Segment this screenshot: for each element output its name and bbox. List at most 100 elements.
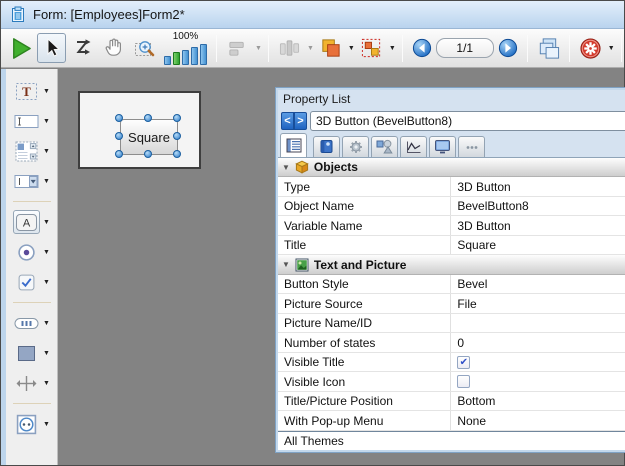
tab-settings[interactable] bbox=[342, 136, 369, 157]
palette-separator bbox=[13, 403, 51, 404]
section-label: Objects bbox=[314, 160, 358, 174]
section-header[interactable]: ▼Text and Picture bbox=[278, 255, 625, 275]
tab-display[interactable] bbox=[429, 136, 456, 157]
chevron-down-icon[interactable]: ▼ bbox=[307, 45, 314, 52]
form-page-area[interactable]: Square bbox=[78, 91, 201, 169]
splitter-tool[interactable] bbox=[13, 371, 40, 395]
collapse-triangle-icon[interactable]: ▼ bbox=[282, 163, 290, 172]
chevron-down-icon[interactable]: ▼ bbox=[608, 45, 615, 52]
tab-property-list[interactable] bbox=[280, 133, 307, 157]
window-title: Form: [Employees]Form2* bbox=[33, 7, 185, 22]
chevron-down-icon[interactable]: ▼ bbox=[43, 148, 50, 155]
rectangle-tool[interactable] bbox=[13, 341, 40, 365]
chevron-down-icon[interactable]: ▼ bbox=[43, 320, 50, 327]
chevron-down-icon[interactable]: ▼ bbox=[43, 219, 50, 226]
chevron-down-icon[interactable]: ▼ bbox=[43, 118, 50, 125]
previous-object-button[interactable]: < bbox=[281, 112, 294, 130]
chevron-down-icon[interactable]: ▼ bbox=[43, 380, 50, 387]
property-row: Number of states0 bbox=[278, 333, 625, 353]
tab-events[interactable] bbox=[400, 136, 427, 157]
form-settings-button[interactable] bbox=[576, 33, 605, 63]
property-list-titlebar[interactable]: Property List ✕ bbox=[278, 90, 625, 108]
text-tool[interactable]: T bbox=[13, 79, 40, 103]
tab-objects[interactable] bbox=[371, 136, 398, 157]
radio-button-tool[interactable] bbox=[13, 240, 40, 264]
property-row: Button StyleBevel bbox=[278, 275, 625, 295]
property-value[interactable]: None bbox=[457, 414, 486, 428]
combobox-tool[interactable] bbox=[13, 169, 40, 193]
chevron-down-icon[interactable]: ▼ bbox=[43, 88, 50, 95]
resize-handle[interactable] bbox=[144, 114, 152, 122]
group-objects-button[interactable] bbox=[357, 33, 386, 63]
palette-row: ▼ bbox=[13, 139, 50, 163]
plugin-area-tool[interactable] bbox=[13, 412, 40, 436]
tab-book[interactable] bbox=[313, 136, 340, 157]
property-value[interactable]: BevelButton8 bbox=[457, 199, 528, 213]
theme-filter-bar[interactable]: All Themes bbox=[278, 431, 625, 450]
section-header[interactable]: ▼ Objects bbox=[278, 158, 625, 178]
property-label: Object Name bbox=[278, 197, 450, 216]
tab-control-tool[interactable] bbox=[13, 311, 40, 335]
resize-handle[interactable] bbox=[115, 132, 123, 140]
tab-more[interactable] bbox=[458, 136, 485, 157]
toolbar-separator bbox=[527, 35, 528, 62]
chevron-down-icon[interactable]: ▼ bbox=[43, 279, 50, 286]
chevron-down-icon[interactable]: ▼ bbox=[43, 178, 50, 185]
property-value[interactable]: 3D Button bbox=[457, 219, 510, 233]
selection-tool-button[interactable] bbox=[37, 33, 66, 63]
align-objects-button[interactable] bbox=[223, 33, 252, 63]
property-value[interactable]: File bbox=[457, 297, 476, 311]
checked-checkbox[interactable]: ✔ bbox=[457, 356, 470, 369]
display-pages-button[interactable] bbox=[534, 33, 563, 63]
collapse-triangle-icon[interactable]: ▼ bbox=[282, 260, 290, 269]
pan-tool-button[interactable] bbox=[99, 33, 128, 63]
resize-handle[interactable] bbox=[173, 132, 181, 140]
entry-order-button[interactable] bbox=[68, 33, 97, 63]
chevron-down-icon[interactable]: ▼ bbox=[389, 45, 396, 52]
window-titlebar[interactable]: Form: [Employees]Form2* bbox=[1, 1, 624, 29]
next-page-button[interactable] bbox=[498, 38, 518, 58]
object-selector-dropdown[interactable]: 3D Button (BevelButton8) ▼ bbox=[310, 111, 625, 131]
zoom-step-bar[interactable] bbox=[164, 56, 171, 65]
chevron-down-icon[interactable]: ▼ bbox=[43, 350, 50, 357]
checkbox-tool[interactable] bbox=[13, 270, 40, 294]
picture-icon bbox=[295, 258, 309, 272]
resize-handle[interactable] bbox=[115, 114, 123, 122]
zoom-scale-widget[interactable]: 100% bbox=[164, 31, 207, 65]
input-tool[interactable] bbox=[13, 109, 40, 133]
zoom-step-bar[interactable] bbox=[191, 47, 198, 65]
form-canvas[interactable]: Square Property List ✕ bbox=[59, 69, 624, 465]
page-indicator-field[interactable]: 1/1 bbox=[436, 38, 494, 58]
chevron-down-icon[interactable]: ▼ bbox=[43, 421, 50, 428]
chevron-down-icon[interactable]: ▼ bbox=[348, 45, 355, 52]
property-value[interactable]: Bevel bbox=[457, 277, 487, 291]
resize-handle[interactable] bbox=[115, 150, 123, 158]
property-value[interactable]: Square bbox=[457, 238, 496, 252]
property-label: Visible Title bbox=[278, 353, 450, 372]
zoom-tool-button[interactable] bbox=[130, 33, 159, 63]
tool-palette: T▼▼▼▼A▼▼▼▼▼▼▼ bbox=[6, 69, 58, 465]
zoom-step-bar[interactable] bbox=[182, 50, 189, 65]
chevron-down-icon[interactable]: ▼ bbox=[255, 45, 262, 52]
property-value[interactable]: Bottom bbox=[457, 394, 495, 408]
palette-row: ▼ bbox=[13, 270, 50, 294]
property-value[interactable]: 0 bbox=[457, 336, 464, 350]
zoom-step-bar[interactable] bbox=[200, 44, 207, 65]
resize-handle[interactable] bbox=[173, 114, 181, 122]
resize-handle[interactable] bbox=[144, 150, 152, 158]
chevron-down-icon[interactable]: ▼ bbox=[43, 249, 50, 256]
property-label: Title bbox=[278, 236, 450, 255]
property-value[interactable]: 3D Button bbox=[457, 180, 510, 194]
property-label: Picture Source bbox=[278, 294, 450, 313]
unchecked-checkbox[interactable] bbox=[457, 375, 470, 388]
listbox-tool[interactable] bbox=[13, 139, 40, 163]
zoom-step-bar[interactable] bbox=[173, 52, 180, 65]
next-object-button[interactable]: > bbox=[294, 112, 307, 130]
level-objects-button[interactable] bbox=[316, 33, 345, 63]
button-tool[interactable]: A bbox=[13, 210, 40, 234]
resize-handle[interactable] bbox=[173, 150, 181, 158]
previous-page-button[interactable] bbox=[412, 38, 432, 58]
svg-text:T: T bbox=[22, 84, 31, 99]
distribute-objects-button[interactable] bbox=[275, 33, 304, 63]
execute-form-button[interactable] bbox=[6, 33, 35, 63]
